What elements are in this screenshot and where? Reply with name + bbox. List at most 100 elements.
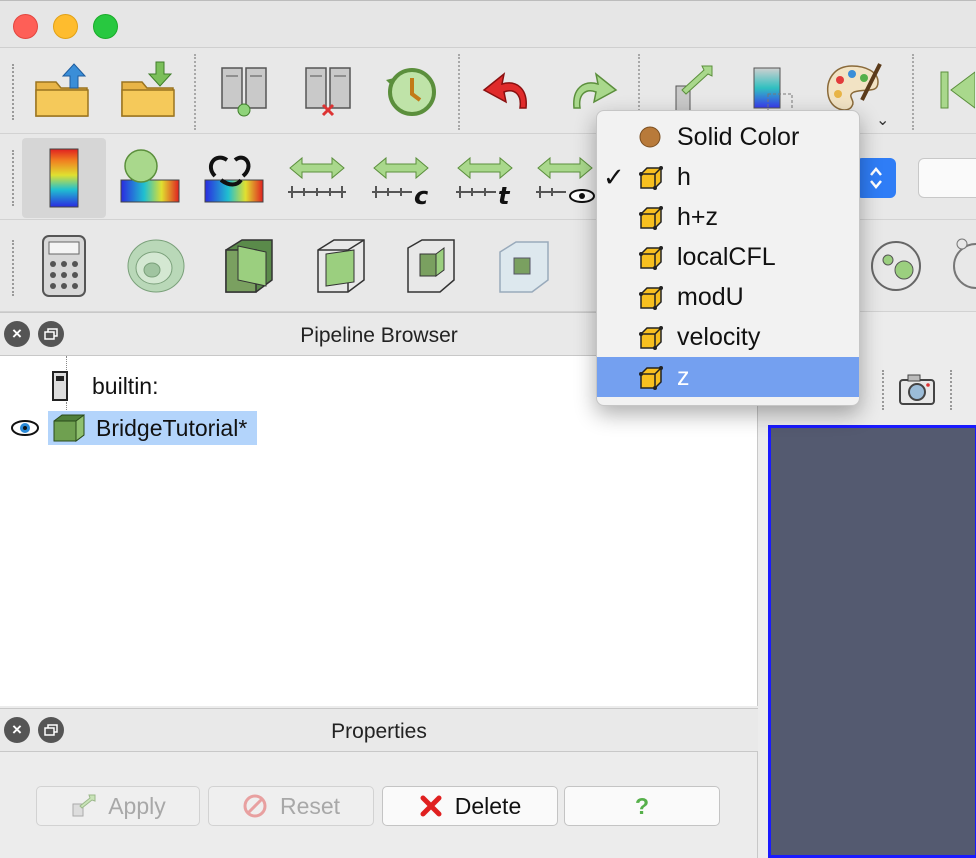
rescale-temporal-button[interactable]: t bbox=[448, 140, 522, 212]
glyph-button[interactable] bbox=[860, 230, 932, 302]
pipeline-tree[interactable]: builtin: BridgeTutorial* bbox=[0, 356, 758, 706]
contour-icon bbox=[127, 239, 185, 293]
render-view-canvas[interactable] bbox=[768, 425, 976, 858]
apply-icon bbox=[72, 794, 96, 817]
pipeline-item-builtin[interactable]: builtin: bbox=[50, 368, 158, 404]
menu-item-z[interactable]: z bbox=[597, 357, 859, 397]
reset-no-icon bbox=[243, 794, 267, 818]
pipeline-item-label: builtin: bbox=[92, 372, 159, 399]
stream-spheres-icon bbox=[953, 238, 976, 289]
svg-text:t: t bbox=[498, 182, 511, 206]
range-arrows-icon bbox=[288, 156, 346, 198]
toolbar-grip[interactable] bbox=[12, 64, 14, 120]
rescale-custom-c-button[interactable]: c bbox=[364, 140, 438, 212]
reset-clock-icon bbox=[386, 68, 436, 116]
selected-item-highlight: BridgeTutorial* bbox=[48, 411, 258, 445]
connect-button[interactable] bbox=[208, 54, 280, 126]
properties-header: × Properties bbox=[0, 708, 758, 752]
calculator-icon bbox=[42, 235, 86, 297]
open-file-button[interactable] bbox=[26, 54, 98, 126]
clip-button[interactable] bbox=[212, 230, 284, 302]
properties-panel: Apply Reset Delete ? bbox=[0, 752, 758, 858]
rescale-visible-eye-button[interactable] bbox=[532, 140, 596, 212]
range-arrows-t-icon: t bbox=[456, 156, 513, 206]
extract-subset-icon bbox=[407, 239, 455, 293]
rescale-custom-range-button[interactable] bbox=[196, 140, 272, 212]
server-connect-icon bbox=[221, 67, 267, 117]
solid-color-icon bbox=[639, 126, 661, 148]
help-question-icon: ? bbox=[634, 792, 650, 819]
svg-text:c: c bbox=[414, 182, 428, 206]
range-arrows-c-icon: c bbox=[372, 156, 429, 206]
delete-x-icon bbox=[420, 795, 442, 817]
cell-array-icon bbox=[639, 206, 663, 230]
clip-cube-icon bbox=[225, 239, 273, 293]
menu-item-label: localCFL bbox=[677, 242, 776, 271]
range-arrows-eye-icon bbox=[536, 156, 595, 203]
toggle-color-legend-button[interactable] bbox=[22, 138, 106, 218]
menu-item-label: Solid Color bbox=[677, 122, 800, 151]
extract-subset-button[interactable] bbox=[396, 230, 468, 302]
properties-title: Properties bbox=[331, 720, 427, 743]
reset-button[interactable]: Reset bbox=[208, 786, 374, 826]
threshold-button[interactable] bbox=[488, 230, 560, 302]
undo-button[interactable] bbox=[472, 54, 544, 126]
menu-item-label: h bbox=[677, 162, 691, 191]
menu-item-h-plus-z[interactable]: h+z bbox=[597, 197, 859, 237]
zoom-window-button[interactable] bbox=[93, 14, 118, 39]
contour-button[interactable] bbox=[120, 230, 192, 302]
menu-item-h[interactable]: ✓ h bbox=[597, 157, 859, 197]
toolbar-grip[interactable] bbox=[12, 150, 14, 206]
apply-label: Apply bbox=[108, 792, 166, 819]
variable-select-stepper[interactable] bbox=[856, 158, 896, 198]
undo-arrow-icon bbox=[482, 72, 527, 109]
delete-button[interactable]: Delete bbox=[382, 786, 558, 826]
save-state-button[interactable] bbox=[112, 54, 184, 126]
rescale-to-data-range-button[interactable] bbox=[112, 140, 188, 212]
menu-item-localcfl[interactable]: localCFL bbox=[597, 237, 859, 277]
menu-item-label: h+z bbox=[677, 202, 719, 231]
first-frame-button[interactable] bbox=[926, 54, 976, 126]
color-legend-icon bbox=[49, 148, 79, 208]
menu-item-label: modU bbox=[677, 282, 744, 311]
threshold-cube-icon bbox=[499, 241, 549, 293]
delete-label: Delete bbox=[454, 792, 522, 819]
menu-item-solid-color[interactable]: Solid Color bbox=[597, 117, 859, 157]
window-titlebar bbox=[0, 0, 976, 48]
cell-array-icon bbox=[639, 246, 663, 270]
glyph-spheres-icon bbox=[871, 241, 921, 291]
rescale-visible-range-button[interactable] bbox=[280, 140, 354, 212]
help-button[interactable]: ? bbox=[564, 786, 720, 826]
rescale-range-icon bbox=[120, 149, 180, 203]
menu-item-label: velocity bbox=[677, 322, 761, 351]
menu-item-label: z bbox=[677, 362, 690, 391]
menu-item-modu[interactable]: modU bbox=[597, 277, 859, 317]
cell-array-icon bbox=[639, 366, 663, 390]
pipeline-item-bridgetutorial[interactable]: BridgeTutorial* bbox=[10, 410, 258, 446]
toolbar-grip[interactable] bbox=[12, 240, 14, 296]
cell-array-icon bbox=[639, 326, 663, 350]
eye-icon[interactable] bbox=[10, 418, 40, 438]
chevron-down-icon[interactable]: ⌄ bbox=[876, 110, 889, 130]
capture-screenshot-button[interactable] bbox=[898, 372, 936, 411]
first-frame-icon bbox=[940, 71, 975, 109]
menu-item-velocity[interactable]: velocity bbox=[597, 317, 859, 357]
slice-cube-icon bbox=[317, 239, 365, 293]
cell-array-icon bbox=[639, 166, 663, 190]
server-icon bbox=[52, 371, 68, 401]
slice-button[interactable] bbox=[304, 230, 376, 302]
reset-label: Reset bbox=[279, 792, 341, 819]
pipeline-item-label: BridgeTutorial* bbox=[96, 414, 248, 441]
minimize-window-button[interactable] bbox=[53, 14, 78, 39]
close-window-button[interactable] bbox=[13, 14, 38, 39]
dataset-cube-icon bbox=[53, 414, 85, 442]
representation-combo[interactable] bbox=[918, 158, 976, 198]
calculator-button[interactable] bbox=[28, 230, 100, 302]
reset-session-button[interactable] bbox=[374, 54, 446, 126]
updown-chevron-icon bbox=[870, 167, 882, 189]
check-mark-icon: ✓ bbox=[603, 161, 625, 192]
camera-icon bbox=[899, 374, 935, 405]
stream-tracer-button[interactable] bbox=[942, 230, 976, 302]
disconnect-button[interactable] bbox=[292, 54, 364, 126]
apply-button[interactable]: Apply bbox=[36, 786, 200, 826]
